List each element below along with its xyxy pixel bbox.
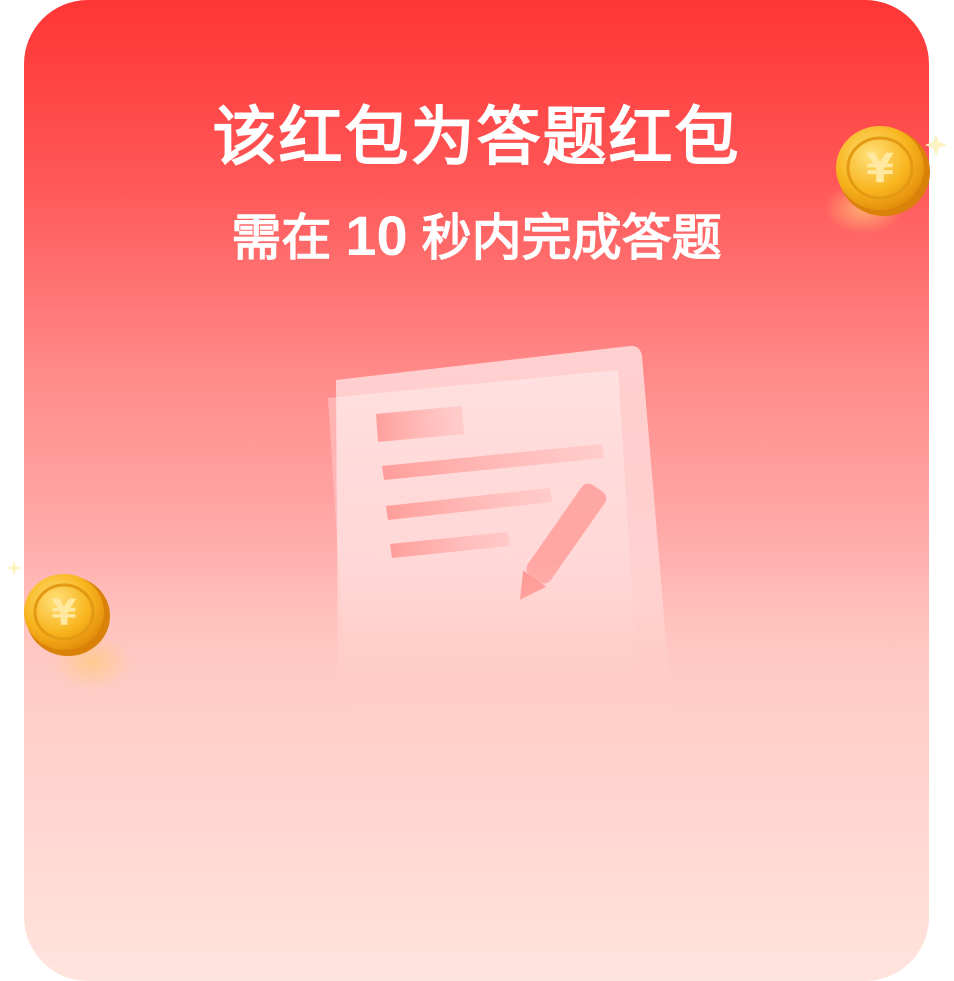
- quiz-red-packet-card: 该红包为答题红包 需在 10 秒内完成答题: [24, 0, 929, 981]
- countdown-seconds: 10: [345, 204, 408, 267]
- yuan-coin-icon: ¥: [824, 126, 947, 234]
- bottom-fade: [24, 560, 929, 760]
- svg-text:¥: ¥: [51, 593, 76, 634]
- dialog-title: 该红包为答题红包: [212, 101, 741, 175]
- svg-text:¥: ¥: [866, 146, 894, 192]
- subtitle-prefix: 需在: [231, 209, 332, 267]
- yuan-coin-icon: ¥: [6, 560, 132, 690]
- dialog-subtitle: 需在 10 秒内完成答题: [24, 208, 929, 264]
- subtitle-suffix: 秒内完成答题: [421, 209, 722, 267]
